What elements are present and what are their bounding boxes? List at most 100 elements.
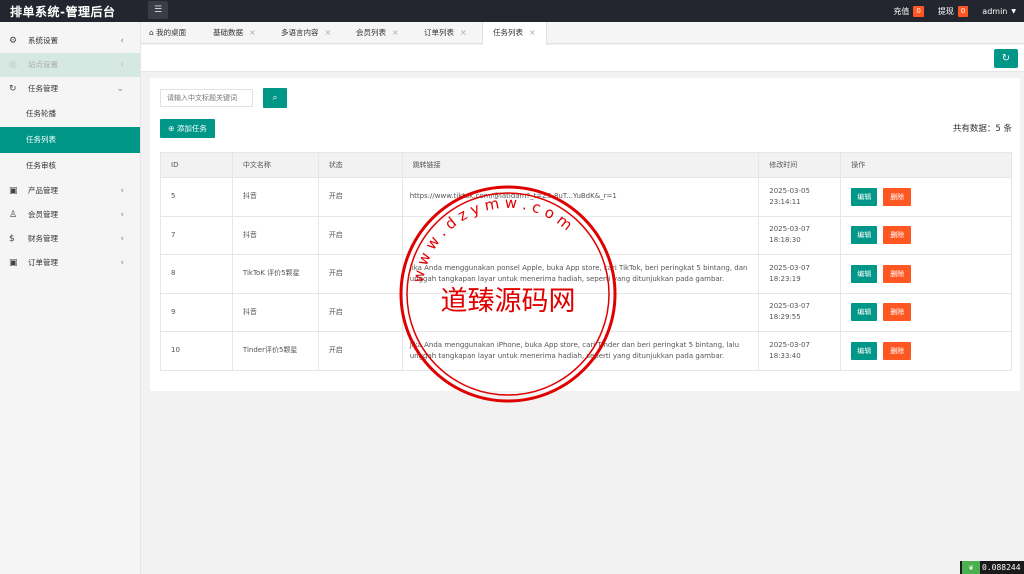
close-icon[interactable]: × xyxy=(392,28,399,37)
column-header-time[interactable]: 修改时间 xyxy=(758,152,842,178)
top-right-bar: 充值 0 提现 0 admin ▼ xyxy=(893,0,1016,22)
column-header-link[interactable]: 跳转链接 xyxy=(401,152,760,178)
cube-icon: ▣ xyxy=(9,186,18,196)
cell-link: Jika Anda menggunakan ponsel Apple, buka… xyxy=(401,254,760,294)
sidebar-item-label: 产品管理 xyxy=(28,186,58,195)
delete-button[interactable]: 删除 xyxy=(883,341,912,360)
close-icon[interactable]: × xyxy=(529,28,536,37)
sidebar-subitem-task-carousel[interactable]: 任务轮播 xyxy=(0,101,140,127)
recharge-link[interactable]: 充值 0 xyxy=(893,5,924,17)
top-bar: 排单系统-管理后台 ☰ 充值 0 提现 0 admin ▼ xyxy=(0,0,1024,22)
cell-actions: 编辑 删除 xyxy=(840,331,1012,371)
withdraw-link[interactable]: 提现 0 xyxy=(938,5,969,17)
edit-button[interactable]: 编辑 xyxy=(851,187,878,206)
chevron-left-icon: ‹ xyxy=(120,258,124,268)
leaf-icon: ❦ xyxy=(962,561,980,574)
close-icon[interactable]: × xyxy=(325,28,332,37)
sidebar-item-members[interactable]: ♙ 会员管理 ‹ xyxy=(0,203,140,227)
app-title: 排单系统-管理后台 xyxy=(10,5,116,19)
sidebar-subitem-task-review[interactable]: 任务审核 xyxy=(0,153,140,179)
sidebar-item-label: 站点设置 xyxy=(28,60,58,69)
recharge-label: 充值 xyxy=(893,6,910,16)
user-menu[interactable]: admin ▼ xyxy=(982,7,1016,16)
sidebar-item-label: 任务管理 xyxy=(28,84,58,93)
cell-name: TikToK 评价5颗星 xyxy=(231,254,319,294)
tab-order-list[interactable]: 订单列表 × xyxy=(424,22,467,44)
cell-time: 2025-03-07 18:33:40 xyxy=(758,331,842,371)
delete-button[interactable]: 删除 xyxy=(883,187,912,206)
cell-time: 2025-03-05 23:14:11 xyxy=(758,177,842,217)
edit-button[interactable]: 编辑 xyxy=(851,264,878,283)
cell-actions: 编辑 删除 xyxy=(840,292,1012,332)
cell-id: 8 xyxy=(160,254,233,294)
refresh-icon: ↻ xyxy=(9,84,17,94)
column-header-id[interactable]: ID xyxy=(160,152,233,178)
search-input[interactable] xyxy=(160,89,253,107)
chevron-left-icon: ‹ xyxy=(120,36,124,46)
tab-label: 订单列表 xyxy=(424,28,454,37)
close-icon[interactable]: × xyxy=(249,28,256,37)
tab-basic-data[interactable]: 基础数据 × xyxy=(213,22,256,44)
cell-actions: 编辑 删除 xyxy=(840,215,1012,255)
cell-name: Tinder评价5颗星 xyxy=(231,331,319,371)
cell-actions: 编辑 删除 xyxy=(840,177,1012,217)
sidebar-subitem-task-list[interactable]: 任务列表 xyxy=(0,127,140,153)
cell-link: https://www.tiktok.com/@latidam?_t=ZS-8u… xyxy=(401,177,760,217)
tab-label: 任务列表 xyxy=(493,28,523,37)
sidebar-item-finance[interactable]: $ 财务管理 ‹ xyxy=(0,227,140,251)
list-icon[interactable]: ☰ xyxy=(148,1,168,19)
tab-task-list[interactable]: 任务列表 × xyxy=(482,22,547,45)
close-icon[interactable]: × xyxy=(460,28,467,37)
cell-status: 开启 xyxy=(317,292,403,332)
cell-status: 开启 xyxy=(317,177,403,217)
user-icon: ♙ xyxy=(9,210,18,220)
edit-button[interactable]: 编辑 xyxy=(851,303,878,322)
sidebar-item-system-settings[interactable]: ⚙ 系统设置 ‹ xyxy=(0,29,140,53)
tab-home[interactable]: ⌂ 我的桌面 xyxy=(149,22,186,44)
table-header-row: ID 中文名称 状态 跳转链接 修改时间 操作 xyxy=(160,152,1012,178)
sidebar-item-orders[interactable]: ▣ 订单管理 ‹ xyxy=(0,251,140,275)
add-task-label: 添加任务 xyxy=(176,124,207,133)
sidebar-item-label: 订单管理 xyxy=(28,258,58,267)
table-row: 7 抖音 开启 2025-03-07 18:18:30 编辑 删除 xyxy=(160,215,1012,255)
edit-button[interactable]: 编辑 xyxy=(851,226,878,245)
cell-id: 7 xyxy=(160,215,233,255)
add-task-button[interactable]: ⊕ 添加任务 xyxy=(160,119,215,138)
cell-name: 抖音 xyxy=(231,177,319,217)
cell-time: 2025-03-07 18:18:30 xyxy=(758,215,842,255)
total-count: 共有数据：5 条 xyxy=(952,124,1012,134)
edit-button[interactable]: 编辑 xyxy=(851,341,878,360)
delete-button[interactable]: 删除 xyxy=(883,264,912,283)
corner-widget: ❦ 0.088244 xyxy=(960,561,1024,574)
search-button[interactable]: ⌕ xyxy=(263,88,287,108)
task-table: ID 中文名称 状态 跳转链接 修改时间 操作 5 抖音 开启 https://… xyxy=(160,152,1012,371)
gear-icon: ⚙ xyxy=(9,36,18,46)
sidebar-item-task-management[interactable]: ↻ 任务管理 ⌄ xyxy=(0,77,140,101)
cell-link: Jika Anda menggunakan iPhone, buka App s… xyxy=(401,331,760,371)
chevron-left-icon: ‹ xyxy=(120,60,124,70)
refresh-button[interactable]: ↻ xyxy=(994,49,1018,68)
column-header-name[interactable]: 中文名称 xyxy=(231,152,319,178)
column-header-status[interactable]: 状态 xyxy=(317,152,403,178)
delete-button[interactable]: 删除 xyxy=(883,303,912,322)
home-icon: ⌂ xyxy=(149,28,154,37)
tab-multi-language[interactable]: 多语言内容 × xyxy=(281,22,331,44)
cell-time: 2025-03-07 18:23:19 xyxy=(758,254,842,294)
search-icon: ⌕ xyxy=(272,93,278,103)
globe-icon: ◎ xyxy=(9,60,17,70)
cell-actions: 编辑 删除 xyxy=(840,254,1012,294)
column-header-actions: 操作 xyxy=(840,152,1012,178)
sidebar-item-products[interactable]: ▣ 产品管理 ‹ xyxy=(0,179,140,203)
withdraw-count-badge: 0 xyxy=(957,5,969,17)
delete-button[interactable]: 删除 xyxy=(883,226,912,245)
sidebar-item-site-settings[interactable]: ◎ 站点设置 ‹ xyxy=(0,53,140,77)
tab-label: 会员列表 xyxy=(356,28,386,37)
caret-down-icon: ▼ xyxy=(1011,7,1016,15)
plus-circle-icon: ⊕ xyxy=(168,124,175,133)
tab-bar: ⌂ 我的桌面 基础数据 × 多语言内容 × 会员列表 × 订单列表 × 任务列表 × xyxy=(141,22,1024,45)
tab-label: 基础数据 xyxy=(213,28,243,37)
tab-member-list[interactable]: 会员列表 × xyxy=(356,22,399,44)
user-name: admin xyxy=(982,6,1008,16)
table-row: 8 TikToK 评价5颗星 开启 Jika Anda menggunakan … xyxy=(160,254,1012,294)
cell-name: 抖音 xyxy=(231,292,319,332)
